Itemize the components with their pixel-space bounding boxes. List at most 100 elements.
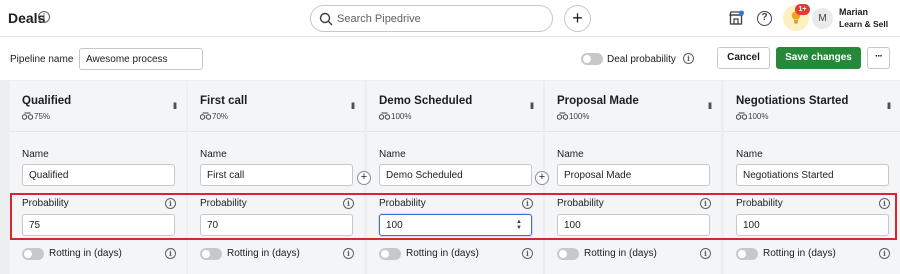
stage-column: Proposal Made 100% II Name Probability i… bbox=[545, 81, 721, 274]
stage-column: Negotiations Started 100% II Name Probab… bbox=[724, 81, 900, 274]
notification-badge: 1+ bbox=[795, 4, 810, 15]
user-company[interactable]: Learn & Sell bbox=[839, 19, 888, 30]
stage-title: Negotiations Started bbox=[736, 95, 849, 107]
scale-icon bbox=[22, 112, 33, 120]
info-icon[interactable]: i bbox=[700, 198, 711, 209]
info-icon[interactable]: i bbox=[522, 198, 533, 209]
info-icon[interactable]: i bbox=[683, 53, 694, 64]
drag-handle-icon[interactable]: II bbox=[887, 101, 891, 111]
stage-body: Name Probability i Rotting in (days) i bbox=[724, 131, 900, 274]
probability-input[interactable] bbox=[22, 214, 175, 236]
cancel-button[interactable]: Cancel bbox=[717, 47, 770, 69]
name-label: Name bbox=[557, 149, 584, 160]
info-icon[interactable]: i bbox=[343, 248, 354, 259]
drag-handle-icon[interactable]: II bbox=[530, 101, 534, 111]
help-icon[interactable]: ? bbox=[757, 11, 772, 26]
probability-label: Probability bbox=[379, 198, 426, 209]
stage-title: Demo Scheduled bbox=[379, 95, 473, 107]
stage-header: Qualified 75% II bbox=[10, 81, 186, 131]
stage-header: First call 70% II bbox=[188, 81, 364, 131]
stage-percent: 100% bbox=[569, 112, 590, 121]
info-icon[interactable]: i bbox=[165, 248, 176, 259]
probability-label: Probability bbox=[736, 198, 783, 209]
probability-label: Probability bbox=[22, 198, 69, 209]
save-changes-button[interactable]: Save changes bbox=[776, 47, 861, 69]
drag-handle-icon[interactable]: II bbox=[708, 101, 712, 111]
stage-name-input[interactable] bbox=[557, 164, 710, 186]
stage-body: Name Probability i ▲▼ Rotting in (days) … bbox=[367, 131, 543, 274]
stage-title: First call bbox=[200, 95, 248, 107]
scale-icon bbox=[557, 112, 568, 120]
stage-title: Proposal Made bbox=[557, 95, 639, 107]
name-label: Name bbox=[736, 149, 763, 160]
stage-name-input[interactable] bbox=[379, 164, 532, 186]
probability-input[interactable] bbox=[200, 214, 353, 236]
info-icon[interactable]: i bbox=[522, 248, 533, 259]
stage-percent: 100% bbox=[748, 112, 769, 121]
name-label: Name bbox=[22, 149, 49, 160]
stage-column: Qualified 75% II Name Probability i Rott… bbox=[10, 81, 186, 274]
probability-input[interactable] bbox=[379, 214, 532, 236]
user-name[interactable]: Marian bbox=[839, 7, 868, 18]
rotting-label: Rotting in (days) bbox=[49, 248, 122, 259]
avatar[interactable]: M bbox=[812, 8, 833, 29]
probability-input[interactable] bbox=[557, 214, 710, 236]
rotting-label: Rotting in (days) bbox=[406, 248, 479, 259]
stage-column: First call 70% II Name Probability i Rot… bbox=[188, 81, 364, 274]
probability-label: Probability bbox=[200, 198, 247, 209]
pipeline-settings-bar: Pipeline name Deal probability i Cancel … bbox=[0, 38, 900, 80]
stage-percent: 70% bbox=[212, 112, 229, 121]
drag-handle-icon[interactable]: II bbox=[173, 101, 177, 111]
stage-column: Demo Scheduled 100% II Name Probability … bbox=[367, 81, 543, 274]
stage-body: Name Probability i Rotting in (days) i bbox=[188, 131, 364, 274]
name-label: Name bbox=[200, 149, 227, 160]
stage-percent: 100% bbox=[391, 112, 412, 121]
rotting-label: Rotting in (days) bbox=[227, 248, 300, 259]
deal-probability-label: Deal probability bbox=[607, 54, 676, 65]
rotting-toggle[interactable] bbox=[22, 248, 44, 260]
stage-body: Name Probability i Rotting in (days) i bbox=[545, 131, 721, 274]
stage-header: Negotiations Started 100% II bbox=[724, 81, 900, 131]
info-icon[interactable]: i bbox=[700, 248, 711, 259]
more-options-button[interactable]: ··· bbox=[867, 47, 890, 69]
stage-body: Name Probability i Rotting in (days) i bbox=[10, 131, 186, 274]
stage-name-input[interactable] bbox=[736, 164, 889, 186]
top-bar: Deals i + ? 1+ M Marian Learn & Sell bbox=[0, 0, 900, 37]
stage-header: Proposal Made 100% II bbox=[545, 81, 721, 131]
rotting-label: Rotting in (days) bbox=[584, 248, 657, 259]
tips-button[interactable]: 1+ bbox=[783, 4, 810, 31]
drag-handle-icon[interactable]: II bbox=[351, 101, 355, 111]
add-stage-button[interactable]: + bbox=[535, 171, 549, 185]
info-icon[interactable]: i bbox=[165, 198, 176, 209]
pipeline-stages: Qualified 75% II Name Probability i Rott… bbox=[0, 80, 900, 274]
search-input[interactable] bbox=[337, 10, 537, 28]
info-icon[interactable]: i bbox=[343, 198, 354, 209]
stage-percent: 75% bbox=[34, 112, 51, 121]
scale-icon bbox=[736, 112, 747, 120]
search-icon bbox=[319, 12, 333, 26]
info-icon[interactable]: i bbox=[879, 198, 890, 209]
scale-icon bbox=[379, 112, 390, 120]
quick-add-button[interactable]: + bbox=[564, 5, 591, 32]
rotting-toggle[interactable] bbox=[379, 248, 401, 260]
probability-input[interactable] bbox=[736, 214, 889, 236]
number-spinner-icon[interactable]: ▲ ▼ bbox=[516, 219, 522, 231]
rotting-toggle[interactable] bbox=[200, 248, 222, 260]
rotting-toggle[interactable] bbox=[557, 248, 579, 260]
probability-label: Probability bbox=[557, 198, 604, 209]
info-icon[interactable]: i bbox=[38, 11, 50, 23]
add-stage-button[interactable]: + bbox=[357, 171, 371, 185]
deal-probability-toggle[interactable] bbox=[581, 53, 603, 65]
stage-header: Demo Scheduled 100% II bbox=[367, 81, 543, 131]
search-box[interactable] bbox=[310, 5, 553, 32]
name-label: Name bbox=[379, 149, 406, 160]
marketplace-icon[interactable] bbox=[728, 10, 744, 26]
pipeline-name-input[interactable] bbox=[79, 48, 203, 70]
rotting-toggle[interactable] bbox=[736, 248, 758, 260]
stage-name-input[interactable] bbox=[200, 164, 353, 186]
scale-icon bbox=[200, 112, 211, 120]
info-icon[interactable]: i bbox=[879, 248, 890, 259]
stage-title: Qualified bbox=[22, 95, 72, 107]
rotting-label: Rotting in (days) bbox=[763, 248, 836, 259]
stage-name-input[interactable] bbox=[22, 164, 175, 186]
